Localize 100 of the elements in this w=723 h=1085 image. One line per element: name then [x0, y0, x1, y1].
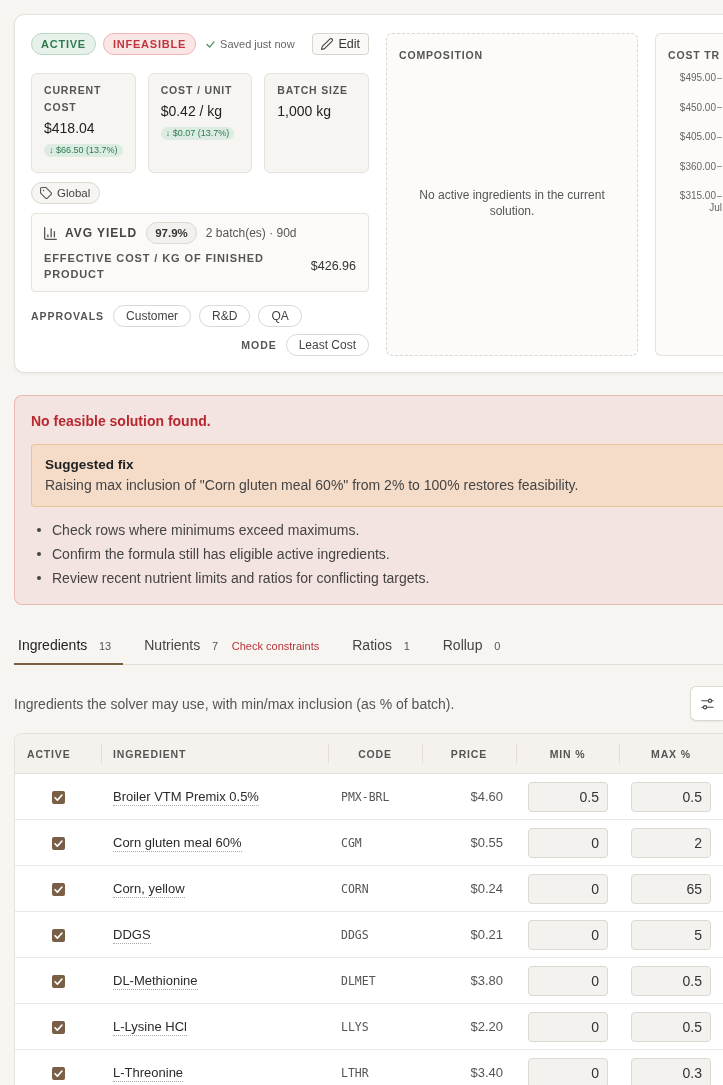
max-input[interactable]: 0.5 [631, 965, 711, 996]
checkbox[interactable] [51, 975, 65, 989]
description-text: Ingredients the solver may use, with min/max inclusion (as % of batch). [14, 695, 455, 712]
approvals-label: APPROVALS [31, 310, 105, 322]
panel-title: COST TR [668, 48, 721, 63]
axis-tick [717, 136, 722, 138]
price-text: $3.40 [422, 1050, 516, 1085]
max-input[interactable]: 0.5 [631, 1011, 711, 1042]
approval-chip: Customer [113, 305, 192, 327]
axis-tick-label: Jul [709, 202, 722, 214]
max-input[interactable]: 0.5 [631, 781, 711, 812]
column-header: ACTIVE [15, 734, 101, 774]
bullet-icon [37, 528, 41, 532]
yield-label: AVG YIELD [65, 226, 138, 240]
ingredient-code: CORN [328, 866, 422, 912]
suggestion-text: Raising max inclusion of "Corn gluten meal 60%" from 2% to 100% restores feasibility. [45, 476, 580, 495]
tip-text: Check rows where minimums exceed maximums. [52, 522, 360, 538]
ingredient-name[interactable]: Corn gluten meal 60% [113, 835, 242, 852]
metric-value: $0.42 / kg [160, 102, 224, 121]
pencil-icon [321, 38, 334, 50]
tab[interactable]: Ratios 1 [348, 630, 422, 665]
approval-chip: R&D [199, 305, 251, 327]
ingredient-code: CGM [328, 820, 422, 866]
tip-text: Review recent nutrient limits and ratios for conflicting targets. [52, 570, 430, 586]
bullet-icon [37, 552, 41, 556]
check-icon [206, 40, 216, 48]
min-input[interactable]: 0 [528, 827, 608, 858]
effective-cost-label: EFFECTIVE COST / KG OF FINISHED PRODUCT [44, 251, 265, 282]
column-header: INGREDIENT [101, 734, 328, 774]
checkbox[interactable] [51, 1021, 65, 1035]
min-input[interactable]: 0 [528, 919, 608, 950]
ingredient-name[interactable]: DL-Methionine [113, 973, 198, 990]
metric-label: COST / UNIT [160, 83, 234, 98]
yield-detail: 2 batch(es) · 90d [205, 226, 297, 240]
tab[interactable]: Rollup 0 [438, 630, 513, 665]
checkbox[interactable] [51, 883, 65, 897]
min-input[interactable]: 0 [528, 965, 608, 996]
price-text: $0.55 [422, 820, 516, 866]
column-header: CODE [328, 734, 422, 774]
axis-tick [717, 77, 722, 79]
column-header: PRICE [422, 734, 516, 774]
max-input[interactable]: 2 [631, 827, 711, 858]
edit-button[interactable]: Edit [312, 33, 369, 55]
ingredient-name[interactable]: Corn, yellow [113, 881, 185, 898]
bullet-icon [37, 576, 41, 580]
checkbox[interactable] [51, 1067, 65, 1081]
axis-tick [717, 195, 722, 197]
save-status: Saved just now [220, 38, 295, 50]
metric-label: CURRENT COST [44, 83, 103, 115]
delta-badge: ↓ $66.50 (13.7%) [44, 144, 123, 157]
column-header: MIN % [516, 734, 619, 774]
ingredient-code: PMX-BRL [328, 774, 422, 820]
min-input[interactable]: 0 [528, 1011, 608, 1042]
approval-chip: QA [258, 305, 302, 327]
mode-label: MODE [241, 339, 277, 351]
axis-tick-label: $405.00 [678, 131, 716, 143]
axis-tick-label: $495.00 [678, 72, 716, 84]
column-header: MAX % [619, 734, 723, 774]
checkbox[interactable] [51, 837, 65, 851]
max-input[interactable]: 65 [631, 873, 711, 904]
tip-text: Confirm the formula still has eligible active ingredients. [52, 546, 390, 562]
delta-badge: ↓ $0.07 (13.7%) [160, 127, 235, 140]
axis-tick-label: $315.00 [678, 190, 716, 202]
empty-message: No active ingredients in the current solution. [418, 187, 606, 219]
tag-icon [40, 187, 52, 199]
checkbox[interactable] [51, 791, 65, 805]
min-input[interactable]: 0 [528, 1057, 608, 1085]
status-badge: INFEASIBLE [102, 33, 197, 55]
ingredient-name[interactable]: L-Threonine [113, 1065, 184, 1082]
price-text: $3.80 [422, 958, 516, 1004]
ingredient-name[interactable]: L-Lysine HCl [113, 1019, 187, 1036]
price-text: $2.20 [422, 1004, 516, 1050]
axis-tick-label: $450.00 [678, 101, 716, 114]
sliders-icon [701, 697, 714, 710]
price-text: $4.60 [422, 774, 516, 820]
tab[interactable]: Nutrients 7 Check constraints [140, 630, 332, 665]
max-input[interactable]: 5 [631, 919, 711, 950]
ingredient-code: LTHR [328, 1050, 422, 1085]
filter-button[interactable] [690, 686, 723, 721]
tab[interactable]: Ingredients 13 [14, 630, 124, 665]
metric-value: 1,000 kg [277, 102, 333, 121]
ingredient-name[interactable]: DDGS [113, 927, 151, 944]
axis-tick [717, 166, 722, 167]
max-input[interactable]: 0.3 [631, 1057, 711, 1085]
axis-tick [717, 107, 722, 108]
tag-label: Global [57, 187, 91, 199]
status-badge: ACTIVE [31, 33, 96, 55]
ingredient-code: DLMET [328, 958, 422, 1004]
checkbox[interactable] [51, 929, 65, 943]
suggestion-title: Suggested fix [45, 456, 135, 474]
min-input[interactable]: 0.5 [528, 781, 608, 812]
ingredient-name[interactable]: Broiler VTM Premix 0.5% [113, 789, 259, 806]
min-input[interactable]: 0 [528, 873, 608, 904]
mode-chip[interactable]: Least Cost [285, 334, 369, 356]
price-text: $0.21 [422, 912, 516, 958]
yield-badge: 97.9% [146, 222, 197, 244]
metric-value: $418.04 [44, 119, 96, 138]
bar-chart-icon [44, 226, 57, 240]
metric-label: BATCH SIZE [277, 83, 349, 98]
price-text: $0.24 [422, 866, 516, 912]
